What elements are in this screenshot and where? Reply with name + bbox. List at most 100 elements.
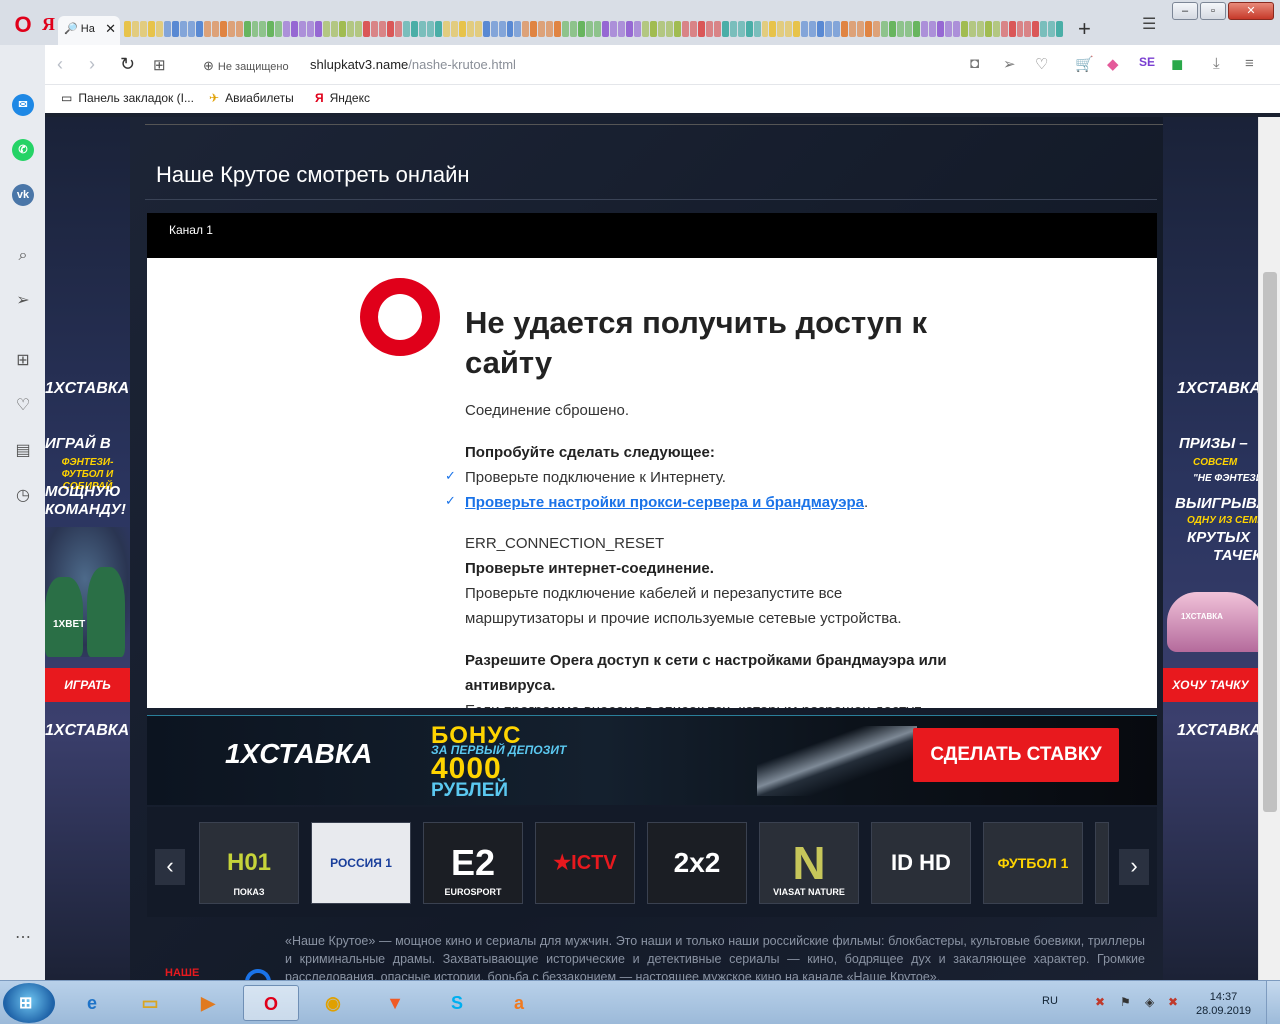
pinned-tab-favicon[interactable] xyxy=(139,21,147,37)
pinned-tab-favicon[interactable] xyxy=(195,21,203,37)
pinned-tab-favicon[interactable] xyxy=(410,21,418,37)
pinned-tab-favicon[interactable] xyxy=(873,21,881,37)
show-desktop-button[interactable] xyxy=(1266,981,1280,1024)
tabs-grid-icon[interactable]: ⊞ xyxy=(153,56,166,74)
pinned-tab-favicon[interactable] xyxy=(434,21,442,37)
send-icon[interactable]: ➢ xyxy=(12,290,34,312)
pinned-tab-favicon[interactable] xyxy=(626,21,633,37)
download-icon[interactable]: ⤓ xyxy=(1213,55,1220,72)
volume-muted-icon[interactable]: ✖ xyxy=(1168,995,1178,1009)
pinned-tab-favicon[interactable] xyxy=(315,21,323,37)
pinned-tab-favicon[interactable] xyxy=(817,21,825,37)
bookmark-aviabilety[interactable]: ✈ Авиабилеты xyxy=(209,91,294,105)
pinned-tab-favicon[interactable] xyxy=(131,21,139,37)
url-field[interactable]: shlupkatv3.name/nashe-krutoe.html xyxy=(310,57,516,72)
speed-dial-icon[interactable]: ⊞ xyxy=(12,350,34,372)
pinned-tab-favicon[interactable] xyxy=(1048,21,1056,37)
video-player[interactable]: Канал 1 Не удается получить доступ к сай… xyxy=(147,213,1157,708)
easy-setup-icon[interactable]: ≡ xyxy=(1245,55,1254,72)
pinned-tab-favicon[interactable] xyxy=(331,21,339,37)
pinned-tab-favicon[interactable] xyxy=(243,21,251,37)
pinned-tab-favicon[interactable] xyxy=(825,21,833,37)
pinned-tab-favicon[interactable] xyxy=(347,21,355,37)
channel-tile[interactable] xyxy=(1095,822,1109,904)
left-banner-play-button[interactable]: ИГРАТЬ xyxy=(45,668,130,702)
pinned-tab-favicon[interactable] xyxy=(578,21,586,37)
taskbar-skype[interactable]: S xyxy=(429,985,485,1021)
pinned-tab-favicon[interactable] xyxy=(992,21,1000,37)
tab-yandex-marker[interactable]: Я xyxy=(42,14,55,35)
cube-extension-icon[interactable]: ◼ xyxy=(1171,55,1183,73)
channel-tile[interactable]: E2 EUROSPORT xyxy=(423,822,523,904)
pinned-tab-favicon[interactable] xyxy=(339,21,347,37)
tab-menu-icon[interactable]: ☰ xyxy=(1142,14,1156,34)
new-tab-button[interactable]: + xyxy=(1078,16,1091,42)
language-indicator[interactable]: RU xyxy=(1042,995,1058,1007)
pinned-tab-favicon[interactable] xyxy=(490,21,498,37)
pinned-tab-favicon[interactable] xyxy=(904,21,912,37)
pinned-tab-favicon[interactable] xyxy=(745,21,753,37)
network-error-icon[interactable]: ✖ xyxy=(1095,995,1105,1009)
pinned-tab-favicon[interactable] xyxy=(602,21,610,37)
bookmark-panel[interactable]: ▭ Панель закладок (I... xyxy=(61,91,194,105)
pinned-tab-favicon[interactable] xyxy=(1040,21,1048,37)
scrollbar-thumb[interactable] xyxy=(1263,272,1277,812)
security-indicator[interactable]: ⊕ Не защищено xyxy=(203,58,289,74)
pinned-tab-favicon[interactable] xyxy=(657,21,665,37)
pinned-tab-favicon[interactable] xyxy=(833,21,841,37)
pinned-tab-favicon[interactable] xyxy=(538,21,546,37)
pinned-tab-favicon[interactable] xyxy=(155,21,163,37)
pinned-tab-favicon[interactable] xyxy=(665,21,673,37)
pinned-tab-favicon[interactable] xyxy=(482,21,490,37)
pinned-tab-favicon[interactable] xyxy=(673,21,681,37)
pinned-tab-favicon[interactable] xyxy=(920,21,928,37)
pinned-tab-favicon[interactable] xyxy=(307,21,315,37)
pinned-tab-favicon[interactable] xyxy=(371,21,378,37)
pinned-tab-favicon[interactable] xyxy=(681,21,689,37)
taskbar-media[interactable]: ▶ xyxy=(180,985,236,1021)
pinned-tab-favicon[interactable] xyxy=(291,21,299,37)
pinned-tab-favicon[interactable] xyxy=(259,21,267,37)
pinned-tab-favicon[interactable] xyxy=(203,21,211,37)
pinned-tab-favicon[interactable] xyxy=(498,21,506,37)
page-scrollbar[interactable] xyxy=(1258,117,1280,980)
news-icon[interactable]: ▤ xyxy=(12,440,34,462)
pinned-tab-favicon[interactable] xyxy=(251,21,259,37)
pinned-tab-favicon[interactable] xyxy=(809,21,817,37)
reload-icon[interactable]: ↻ xyxy=(120,54,135,75)
carousel-prev-button[interactable]: ‹ xyxy=(155,849,185,885)
pinned-tab-favicon[interactable] xyxy=(442,21,450,37)
minimize-button[interactable]: – xyxy=(1172,2,1198,20)
search-icon[interactable]: ⌕ xyxy=(12,245,34,267)
pinned-tab-favicon[interactable] xyxy=(163,21,171,37)
taskbar-explorer[interactable]: ▭ xyxy=(122,985,178,1021)
pinned-tab-favicon[interactable] xyxy=(785,21,793,37)
pinned-tab-favicon[interactable] xyxy=(634,21,641,37)
pinned-tab-favicon[interactable] xyxy=(386,21,394,37)
pinned-tab-favicon[interactable] xyxy=(562,21,570,37)
pinned-tab-favicon[interactable] xyxy=(1024,21,1032,37)
pinned-tab-favicon[interactable] xyxy=(976,21,984,37)
pinned-tab-favicon[interactable] xyxy=(379,21,386,37)
snapshot-icon[interactable]: ◘ xyxy=(970,55,979,72)
pinned-tab-favicon[interactable] xyxy=(952,21,960,37)
pinned-tab-favicon[interactable] xyxy=(1056,21,1064,37)
pinned-tab-favicon[interactable] xyxy=(267,21,275,37)
pinned-tab-favicon[interactable] xyxy=(147,21,155,37)
pinned-tab-favicon[interactable] xyxy=(944,21,952,37)
pinned-tab-favicon[interactable] xyxy=(355,21,363,37)
pinned-tab-favicon[interactable] xyxy=(227,21,235,37)
right-ad-banner[interactable]: 1XСТАВКА ПРИЗЫ – СОВСЕМ "НЕ ФЭНТЕЗИ ВЫИГ… xyxy=(1163,117,1258,980)
close-window-button[interactable]: ✕ xyxy=(1228,2,1274,20)
restore-button[interactable]: ▫ xyxy=(1200,2,1226,20)
pinned-tab-favicon[interactable] xyxy=(219,21,227,37)
pinned-tab-favicon[interactable] xyxy=(777,21,785,37)
heart-icon[interactable]: ♡ xyxy=(12,395,34,417)
pinned-tab-favicon[interactable] xyxy=(689,21,697,37)
pinned-tab-favicon[interactable] xyxy=(865,21,873,37)
pinned-tab-favicon[interactable] xyxy=(713,21,721,37)
channel-tab[interactable]: Канал 1 xyxy=(169,223,213,237)
channel-tile[interactable]: 2x2 xyxy=(647,822,747,904)
back-icon[interactable]: ‹ xyxy=(57,54,63,75)
tray-icon[interactable]: ⚑ xyxy=(1120,995,1131,1009)
